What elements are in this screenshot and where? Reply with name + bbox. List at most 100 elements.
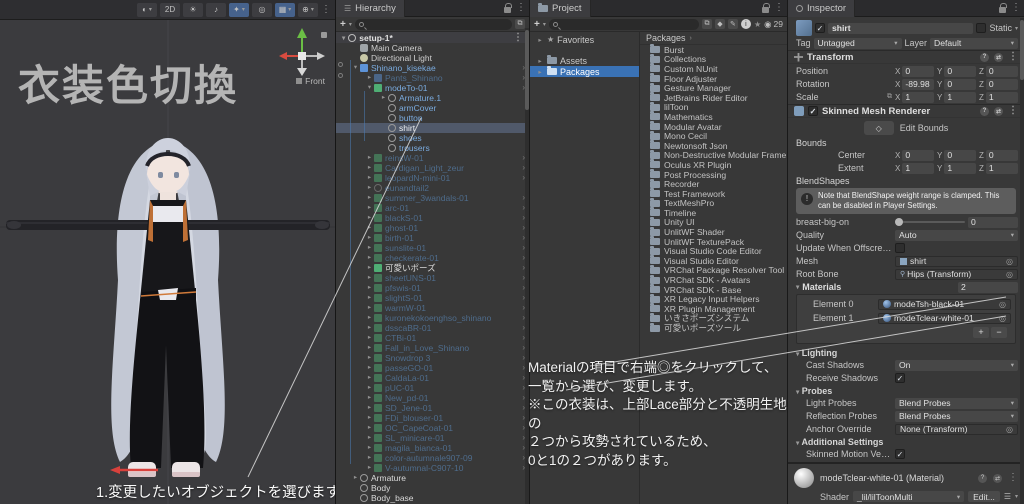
picking-toggle-icon[interactable] (338, 73, 343, 78)
link-scale-icon[interactable]: ⧉ (887, 93, 892, 101)
skinned-motion-checkbox[interactable]: ✓ (895, 449, 905, 460)
expand-arrow-icon[interactable] (365, 323, 374, 333)
edit-bounds-button[interactable]: ◇ (863, 121, 894, 135)
scale-z-field[interactable]: 1 (985, 91, 1018, 103)
expand-arrow-icon[interactable] (365, 223, 374, 233)
hierarchy-item[interactable]: Fall_in_Love_Shinano (336, 343, 529, 353)
hierarchy-item[interactable]: sunslite-01 (336, 243, 529, 253)
expand-arrow-icon[interactable] (365, 273, 374, 283)
expand-arrow-icon[interactable] (379, 93, 388, 103)
kebab-menu-icon[interactable]: ⋮ (516, 3, 526, 13)
presets-icon[interactable]: ⇄ (994, 106, 1003, 116)
create-button[interactable]: + (340, 19, 346, 30)
expand-arrow-icon[interactable] (365, 363, 374, 373)
static-dropdown-icon[interactable]: ▾ (1015, 25, 1018, 32)
hierarchy-item[interactable]: FDi_blouser-01 (336, 413, 529, 423)
hierarchy-item[interactable]: blackS-01 (336, 213, 529, 223)
kebab-menu-icon[interactable]: ⋮ (1008, 473, 1018, 483)
scene-kebab-icon[interactable]: ⋮ (513, 32, 523, 43)
material-preview-sphere[interactable] (794, 468, 814, 488)
package-folder-row[interactable]: Post Processing (640, 169, 787, 180)
package-folder-row[interactable]: Timeline (640, 207, 787, 218)
package-folder-row[interactable]: JetBrains Rider Editor (640, 92, 787, 103)
help-icon[interactable]: ? (980, 106, 989, 116)
rotation-x-field[interactable]: -89.98 (902, 78, 934, 90)
hierarchy-item[interactable]: dsscaBR-01 (336, 323, 529, 333)
smr-section-header[interactable]: ✓ Skinned Mesh Renderer ? ⇄ ⋮ (788, 104, 1024, 118)
package-folder-row[interactable]: Non-Destructive Modular Frame (640, 149, 787, 160)
blendshape-slider[interactable] (895, 218, 965, 227)
object-picker-icon[interactable]: ◎ (999, 300, 1006, 309)
package-folder-row[interactable]: Oculus XR Plugin (640, 159, 787, 170)
hierarchy-item[interactable]: sheetUNS-01 (336, 273, 529, 283)
gizmo-front-label[interactable]: Front (296, 76, 325, 86)
active-checkbox[interactable]: ✓ (815, 23, 825, 33)
hierarchy-item[interactable]: color-autumnale907-09 (336, 453, 529, 463)
expand-arrow-icon[interactable] (351, 473, 360, 483)
offscreen-checkbox[interactable] (895, 243, 905, 254)
visibility-toggle-icon[interactable] (338, 62, 343, 67)
expand-arrow-icon[interactable] (365, 293, 374, 303)
hierarchy-item[interactable]: eunandtail2 (336, 183, 529, 193)
package-visibility-icon[interactable]: ◆ (714, 19, 725, 29)
scale-x-field[interactable]: 1 (902, 91, 934, 103)
hierarchy-item[interactable]: warmW-01 (336, 303, 529, 313)
expand-arrow-icon[interactable] (365, 423, 374, 433)
package-folder-row[interactable]: Recorder (640, 178, 787, 189)
receive-shadows-checkbox[interactable]: ✓ (895, 373, 905, 384)
hidden-count-badge[interactable]: ◉ 29 (764, 19, 783, 30)
object-picker-icon[interactable]: ◎ (1006, 257, 1013, 266)
expand-arrow-icon[interactable] (365, 193, 374, 203)
package-folder-row[interactable]: Burst (640, 44, 787, 55)
transform-section-header[interactable]: Transform ? ⇄ ⋮ (788, 50, 1024, 64)
material-object-field[interactable]: modeTclear-white-01 ◎ (878, 312, 1011, 324)
materials-count-field[interactable]: 2 (958, 281, 1018, 293)
lock-icon[interactable] (762, 2, 770, 13)
probes-section-label[interactable]: Probes (802, 386, 833, 396)
package-folder-row[interactable]: Floor Adjuster (640, 73, 787, 84)
presets-icon[interactable]: ⇄ (994, 52, 1003, 62)
package-folder-row[interactable]: Mathematics (640, 111, 787, 122)
quality-dropdown[interactable]: Auto (895, 229, 1018, 241)
hierarchy-item[interactable]: Shinano_kisekae (336, 63, 529, 73)
hierarchy-item[interactable]: summer_3wandals-01 (336, 193, 529, 203)
expand-arrow-icon[interactable] (365, 183, 374, 193)
position-x-field[interactable]: 0 (902, 65, 934, 77)
kebab-menu-icon[interactable]: ⋮ (1008, 52, 1018, 62)
shader-edit-button[interactable]: Edit... (968, 491, 1000, 502)
expand-arrow-icon[interactable] (365, 343, 374, 353)
hierarchy-item[interactable]: Pants_Shinano (336, 73, 529, 83)
hierarchy-item[interactable]: OC_CapeCoat-01 (336, 423, 529, 433)
package-folder-row[interactable]: UnlitWF TexturePack (640, 236, 787, 247)
hierarchy-item[interactable]: CaldaLa-01 (336, 373, 529, 383)
create-button[interactable]: + (534, 19, 540, 30)
material-element-row[interactable]: Element 1 modeTclear-white-01 ◎ (797, 311, 1015, 325)
hierarchy-item[interactable]: pfswis-01 (336, 283, 529, 293)
extent-x-field[interactable]: 1 (902, 162, 934, 174)
expand-arrow-icon[interactable] (365, 233, 374, 243)
hierarchy-item[interactable]: Armature (336, 473, 529, 483)
hierarchy-tab[interactable]: ☰ Hierarchy (336, 0, 405, 17)
add-material-button[interactable]: + (973, 327, 989, 339)
shading-mode-button[interactable]: ◐ ▾ (137, 2, 157, 17)
scale-y-field[interactable]: 1 (944, 91, 976, 103)
expand-arrow-icon[interactable] (365, 393, 374, 403)
lock-icon[interactable] (999, 2, 1007, 13)
package-folder-row[interactable]: Visual Studio Editor (640, 255, 787, 266)
hierarchy-item[interactable]: Cardigan_Light_zeur (336, 163, 529, 173)
kebab-menu-icon[interactable]: ⋮ (1011, 3, 1021, 13)
expand-arrow-icon[interactable] (365, 453, 374, 463)
lighting-section-label[interactable]: Lighting (802, 348, 838, 358)
package-folder-row[interactable]: Custom NUnit (640, 63, 787, 74)
scene-lighting-button[interactable]: ☀ (183, 2, 203, 17)
help-icon[interactable]: ? (978, 473, 987, 483)
object-picker-icon[interactable]: ◎ (999, 314, 1006, 323)
hierarchy-item[interactable]: checkerate-01 (336, 253, 529, 263)
hierarchy-item[interactable]: magila_bianca-01 (336, 443, 529, 453)
help-icon[interactable]: ? (980, 52, 989, 62)
expand-arrow-icon[interactable] (365, 403, 374, 413)
hierarchy-item[interactable]: SD_Jene-01 (336, 403, 529, 413)
expand-arrow-icon[interactable] (365, 83, 374, 93)
hierarchy-item[interactable]: leopardN-mini-01 (336, 173, 529, 183)
kebab-menu-icon[interactable]: ⋮ (774, 3, 784, 13)
